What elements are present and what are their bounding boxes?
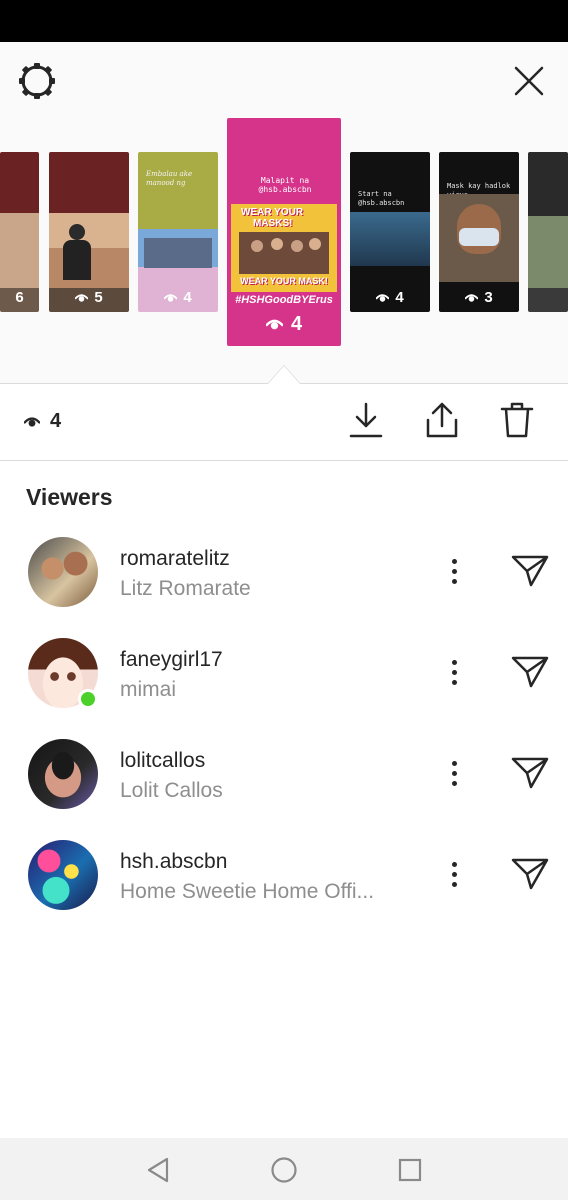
- view-count-value: 4: [395, 289, 404, 306]
- view-count: 6: [0, 289, 39, 306]
- share-button[interactable]: [422, 400, 462, 440]
- send-icon: [511, 757, 549, 789]
- viewer-username[interactable]: faneygirl17: [120, 648, 223, 672]
- delete-button[interactable]: [497, 400, 537, 440]
- settings-button[interactable]: [14, 58, 60, 104]
- avatar[interactable]: [28, 739, 98, 809]
- home-icon: [271, 1157, 297, 1183]
- more-icon: [451, 558, 457, 564]
- view-count: 4: [350, 289, 430, 306]
- sticker-text: WEAR YOUR: [241, 207, 304, 218]
- download-button[interactable]: [346, 400, 386, 440]
- view-summary: 4: [24, 410, 61, 433]
- story-photo: [350, 212, 430, 266]
- selection-pointer: [268, 366, 300, 384]
- viewer-full-name: Litz Romarate: [120, 577, 251, 600]
- send-icon: [511, 656, 549, 688]
- home-button[interactable]: [266, 1152, 302, 1188]
- selected-story-thumbnail[interactable]: Malapit na @hsb.abscbn WEAR YOUR MASKS! …: [227, 118, 341, 346]
- story-thumbnail[interactable]: 5: [49, 152, 129, 312]
- send-message-button[interactable]: [508, 551, 552, 591]
- story-caption: Start na @hsb.abscbn: [358, 190, 405, 207]
- close-icon: [514, 66, 544, 96]
- sticker-text: MASKS!: [253, 218, 293, 229]
- view-count: 4: [138, 289, 218, 306]
- view-count: 5: [49, 289, 129, 306]
- eye-icon: [75, 293, 89, 302]
- more-options-button[interactable]: [440, 755, 468, 791]
- more-options-button[interactable]: [440, 856, 468, 892]
- person-shape: [69, 224, 85, 240]
- viewer-row[interactable]: hsh.abscbn Home Sweetie Home Offi...: [0, 840, 568, 930]
- download-icon: [349, 402, 383, 438]
- eye-icon: [24, 416, 40, 427]
- viewer-username[interactable]: lolitcallos: [120, 749, 205, 773]
- send-message-button[interactable]: [508, 652, 552, 692]
- share-icon: [426, 402, 458, 438]
- more-icon: [451, 861, 457, 867]
- story-hashtag: #HSHGoodBYErus: [235, 294, 333, 306]
- view-count-value: 4: [290, 313, 303, 335]
- system-navigation-bar: [0, 1138, 568, 1200]
- story-thumbnail[interactable]: [528, 152, 568, 312]
- story-thumbnail[interactable]: Mask kay hadlok virus 3: [439, 152, 519, 312]
- status-bar: [0, 0, 568, 42]
- back-icon: [147, 1157, 169, 1183]
- recents-icon: [398, 1158, 422, 1182]
- group-photo: [144, 238, 212, 268]
- settings-icon: [19, 63, 55, 99]
- story-caption: Embalau ake manood ng: [146, 170, 193, 187]
- close-button[interactable]: [506, 58, 552, 104]
- person-shape: [63, 240, 91, 280]
- viewer-row[interactable]: lolitcallos Lolit Callos: [0, 739, 568, 829]
- send-icon: [511, 555, 549, 587]
- more-options-button[interactable]: [440, 553, 468, 589]
- eye-icon: [265, 319, 283, 330]
- more-icon: [451, 760, 457, 766]
- avatar[interactable]: [28, 537, 98, 607]
- story-thumbnail[interactable]: Start na @hsb.abscbn 4: [350, 152, 430, 312]
- more-icon: [451, 659, 457, 665]
- send-message-button[interactable]: [508, 753, 552, 793]
- send-message-button[interactable]: [508, 854, 552, 894]
- view-count-value: 6: [15, 289, 24, 306]
- viewer-full-name: Lolit Callos: [120, 779, 223, 802]
- story-thumbnail[interactable]: 6: [0, 152, 39, 312]
- viewer-username[interactable]: hsh.abscbn: [120, 850, 227, 874]
- eye-icon: [465, 293, 479, 302]
- view-count: 4: [227, 313, 341, 336]
- online-status-badge: [78, 689, 98, 709]
- viewer-full-name: mimai: [120, 678, 176, 701]
- view-count-value: 4: [183, 289, 192, 306]
- delete-icon: [500, 402, 534, 438]
- group-photo: [239, 232, 329, 274]
- viewer-username[interactable]: romaratelitz: [120, 547, 230, 571]
- viewer-full-name: Home Sweetie Home Offi...: [120, 880, 375, 903]
- send-icon: [511, 858, 549, 890]
- eye-icon: [376, 293, 390, 302]
- avatar[interactable]: [28, 840, 98, 910]
- story-photo: [439, 194, 519, 282]
- viewer-row[interactable]: faneygirl17 mimai: [0, 638, 568, 728]
- mask-sticker: WEAR YOUR MASKS! WEAR YOUR MASK!: [231, 204, 337, 292]
- divider: [0, 460, 568, 461]
- story-thumbnail[interactable]: Embalau ake manood ng 4: [138, 152, 218, 312]
- story-caption: Malapit na @hsb.abscbn: [258, 176, 312, 194]
- viewers-heading: Viewers: [26, 484, 113, 510]
- eye-icon: [164, 293, 178, 302]
- view-count: 3: [439, 289, 519, 306]
- back-button[interactable]: [140, 1152, 176, 1188]
- view-count-value: 3: [484, 289, 493, 306]
- story-action-bar: 4: [0, 384, 568, 460]
- more-options-button[interactable]: [440, 654, 468, 690]
- sticker-banner: WEAR YOUR MASK!: [240, 276, 328, 286]
- view-count-value: 5: [94, 289, 103, 306]
- story-strip-area: 6 5 Embalau ake manood ng 4 Malapit na @…: [0, 42, 568, 384]
- viewer-row[interactable]: romaratelitz Litz Romarate: [0, 537, 568, 627]
- view-summary-count: 4: [50, 410, 62, 432]
- recents-button[interactable]: [392, 1152, 428, 1188]
